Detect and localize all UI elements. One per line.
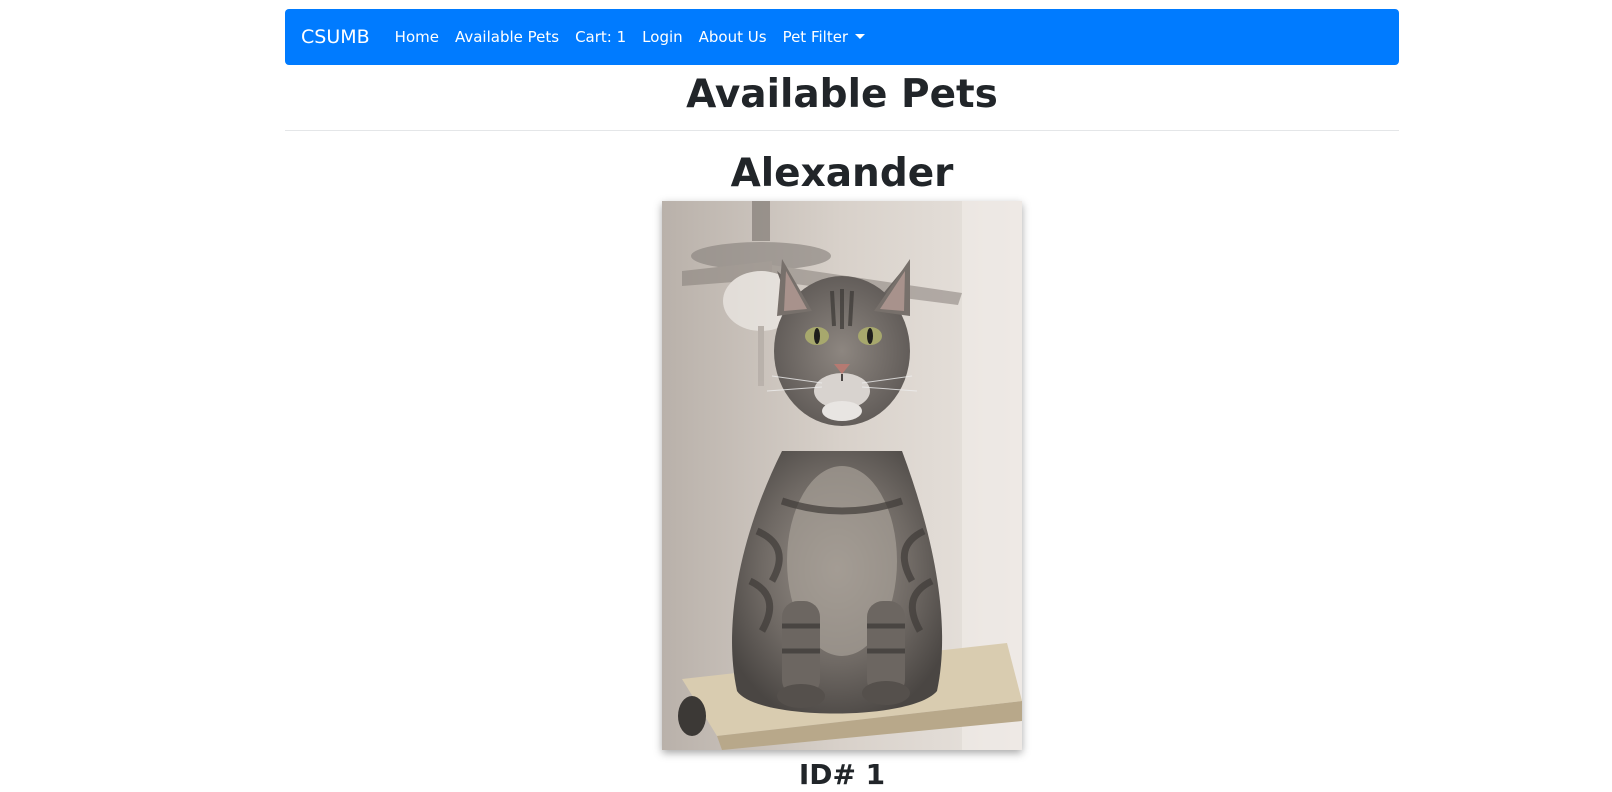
page-container: CSUMB Home Available Pets Cart: 1 Login …: [285, 9, 1399, 792]
cat-photo-image: [662, 201, 1022, 750]
page-title: Available Pets: [686, 72, 998, 117]
nav-pet-filter-dropdown[interactable]: Pet Filter: [783, 28, 866, 46]
nav-login[interactable]: Login: [642, 28, 682, 46]
nav-available-pets[interactable]: Available Pets: [455, 28, 559, 46]
navbar: CSUMB Home Available Pets Cart: 1 Login …: [285, 9, 1399, 65]
pet-photo: [662, 201, 1022, 750]
divider: [285, 130, 1399, 131]
pet-id: ID# 1: [798, 758, 886, 791]
pet-name: Alexander: [730, 151, 954, 196]
brand-link[interactable]: CSUMB: [301, 26, 370, 48]
nav-about-us[interactable]: About Us: [699, 28, 767, 46]
nav-cart[interactable]: Cart: 1: [575, 28, 626, 46]
nav-home[interactable]: Home: [395, 28, 439, 46]
caret-down-icon: [855, 34, 866, 39]
pet-filter-label: Pet Filter: [782, 28, 849, 46]
